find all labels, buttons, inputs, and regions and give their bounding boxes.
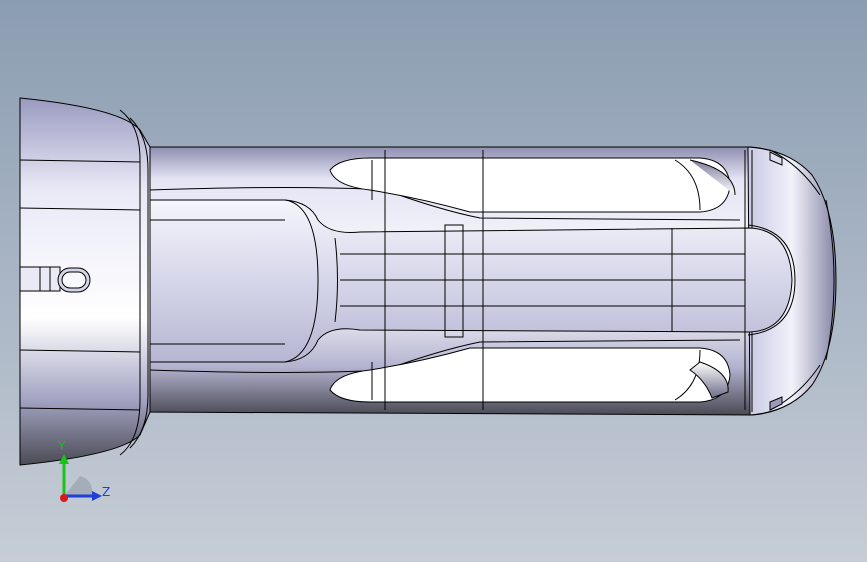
graphics-viewport[interactable]: Y Z	[0, 0, 867, 562]
coordinate-triad: Y Z	[52, 439, 122, 510]
3d-model-view[interactable]	[0, 0, 867, 562]
x-axis-dot	[60, 494, 68, 502]
z-axis-label: Z	[102, 485, 111, 499]
flange-slot	[19, 266, 91, 293]
triad-shade	[64, 476, 93, 496]
y-axis-label: Y	[58, 439, 66, 453]
